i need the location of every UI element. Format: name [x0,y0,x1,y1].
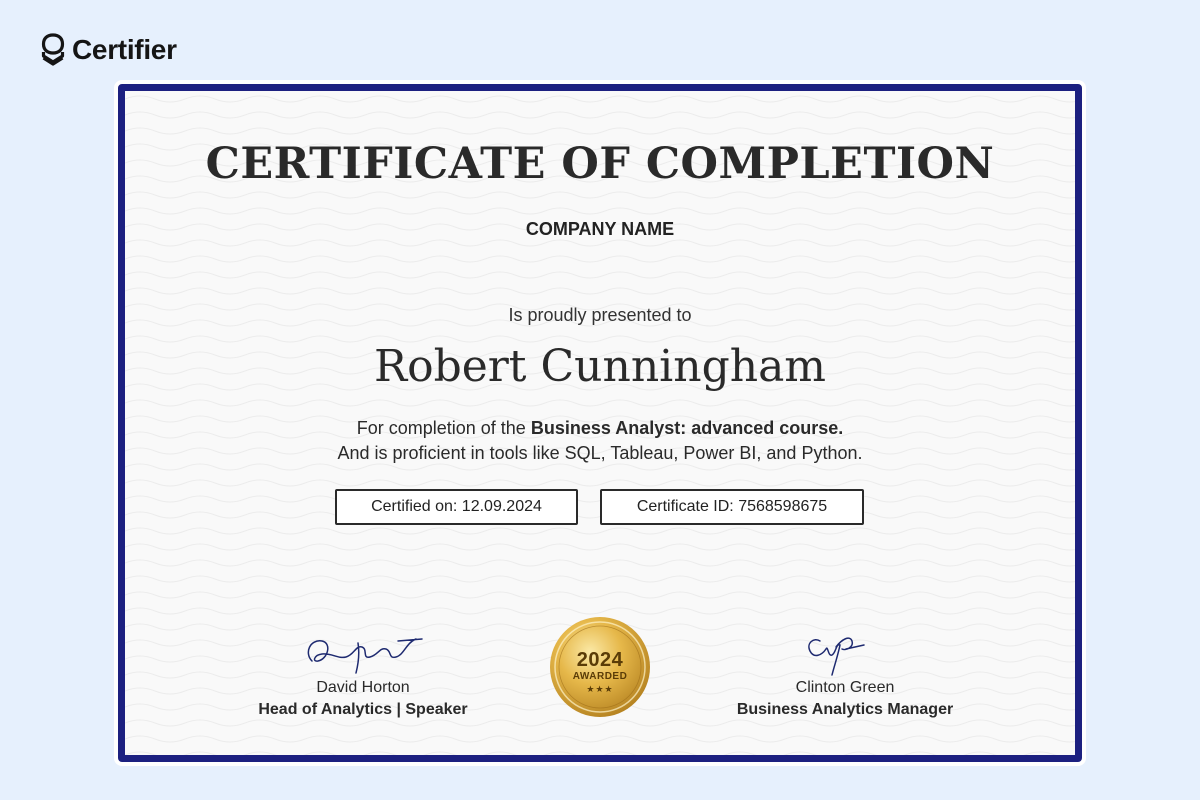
brand-logo: Certifier [40,32,177,68]
certificate-title: CERTIFICATE OF COMPLETION [205,139,995,189]
certificate-description: For completion of the Business Analyst: … [125,416,1075,466]
signatory-role: Head of Analytics | Speaker [258,701,468,718]
certificate-details: Certified on: 12.09.2024 Certificate ID:… [125,489,1075,525]
signatory-right: Clinton Green Business Analytics Manager [715,621,975,721]
certified-date-box: Certified on: 12.09.2024 [335,489,578,525]
completion-line: For completion of the Business Analyst: … [125,416,1075,441]
certificate: CERTIFICATE OF COMPLETION COMPANY NAME I… [118,84,1082,762]
medal-label: AWARDED [572,671,628,682]
certifier-logo-icon [41,33,65,66]
signatory-name: Clinton Green [795,679,895,696]
recipient-name: Robert Cunningham [373,341,827,392]
course-name: Business Analyst: advanced course. [530,418,844,438]
company-name: COMPANY NAME [525,219,675,239]
signatory-role: Business Analytics Manager [736,701,954,718]
completion-prefix: For completion of the [356,418,526,438]
medal-stars: ★★★ [586,684,614,694]
medal-year: 2024 [576,649,624,671]
signatory-name: David Horton [316,679,410,696]
signature-icon [808,637,865,676]
proficiency-line: And is proficient in tools like SQL, Tab… [337,443,863,463]
brand-name: Certifier [72,34,177,65]
certificate-id-box: Certificate ID: 7568598675 [600,489,864,525]
certificate-card: CERTIFICATE OF COMPLETION COMPANY NAME I… [114,80,1086,766]
signature-icon [307,638,423,674]
presented-text: Is proudly presented to [508,305,692,325]
gold-medal-icon: 2024 AWARDED ★★★ [548,615,652,719]
signatory-left: David Horton Head of Analytics | Speaker [233,621,493,721]
